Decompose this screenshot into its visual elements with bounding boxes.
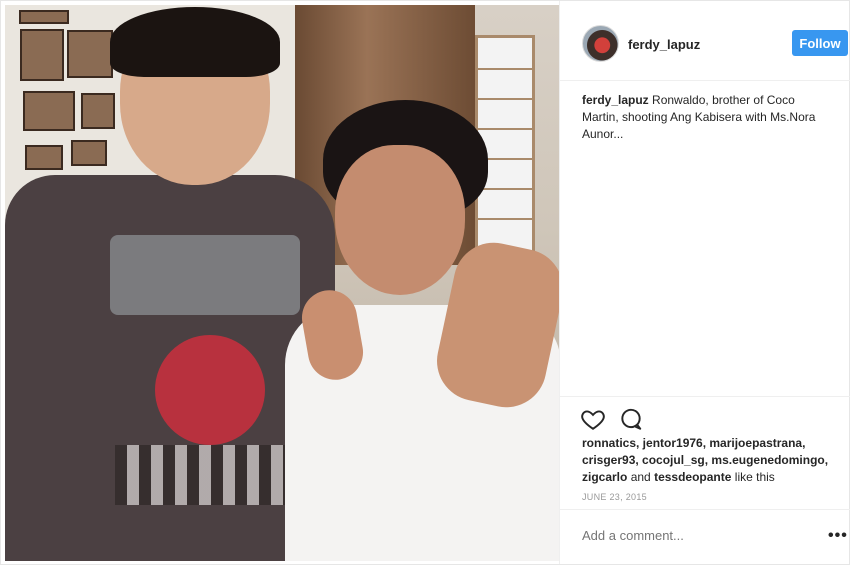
wall-frame [23, 91, 75, 131]
heart-icon[interactable] [580, 406, 606, 432]
post-actions [560, 396, 850, 436]
follow-button[interactable]: Follow [792, 30, 848, 56]
checker-graphic [115, 445, 295, 505]
wall-frame [81, 93, 115, 129]
avatar[interactable] [582, 25, 619, 62]
caption: ferdy_lapuz Ronwaldo, brother of Coco Ma… [582, 92, 832, 143]
comment-icon[interactable] [618, 406, 644, 432]
wall-frame [20, 29, 64, 81]
likes-text: ronnatics, jentor1976, marijoepastrana, … [582, 435, 837, 486]
post-date[interactable]: JUNE 23, 2015 [582, 492, 647, 502]
post-header: ferdy_lapuz Follow [560, 1, 850, 81]
post-sidebar: ferdy_lapuz Follow ferdy_lapuz Ronwaldo,… [559, 1, 850, 564]
wall-frame [67, 30, 113, 78]
more-options-icon[interactable]: ••• [828, 527, 848, 545]
skull-graphic [155, 335, 265, 445]
instagram-post: ferdy_lapuz Follow ferdy_lapuz Ronwaldo,… [0, 0, 850, 565]
wall-frame [71, 140, 107, 166]
comment-input[interactable] [582, 528, 802, 543]
author-username[interactable]: ferdy_lapuz [628, 37, 700, 52]
person-left-hair [110, 7, 280, 77]
person-right-face [335, 145, 465, 295]
comment-box: ••• [560, 509, 850, 564]
post-photo[interactable] [5, 5, 559, 561]
likes-joiner: and [630, 470, 651, 484]
wall-frame [19, 10, 69, 24]
caption-username[interactable]: ferdy_lapuz [582, 93, 649, 107]
liker-last[interactable]: tessdeopante [654, 470, 731, 484]
wall-frame [25, 145, 63, 170]
tshirt-print [110, 235, 300, 315]
likes-suffix: like this [734, 470, 775, 484]
